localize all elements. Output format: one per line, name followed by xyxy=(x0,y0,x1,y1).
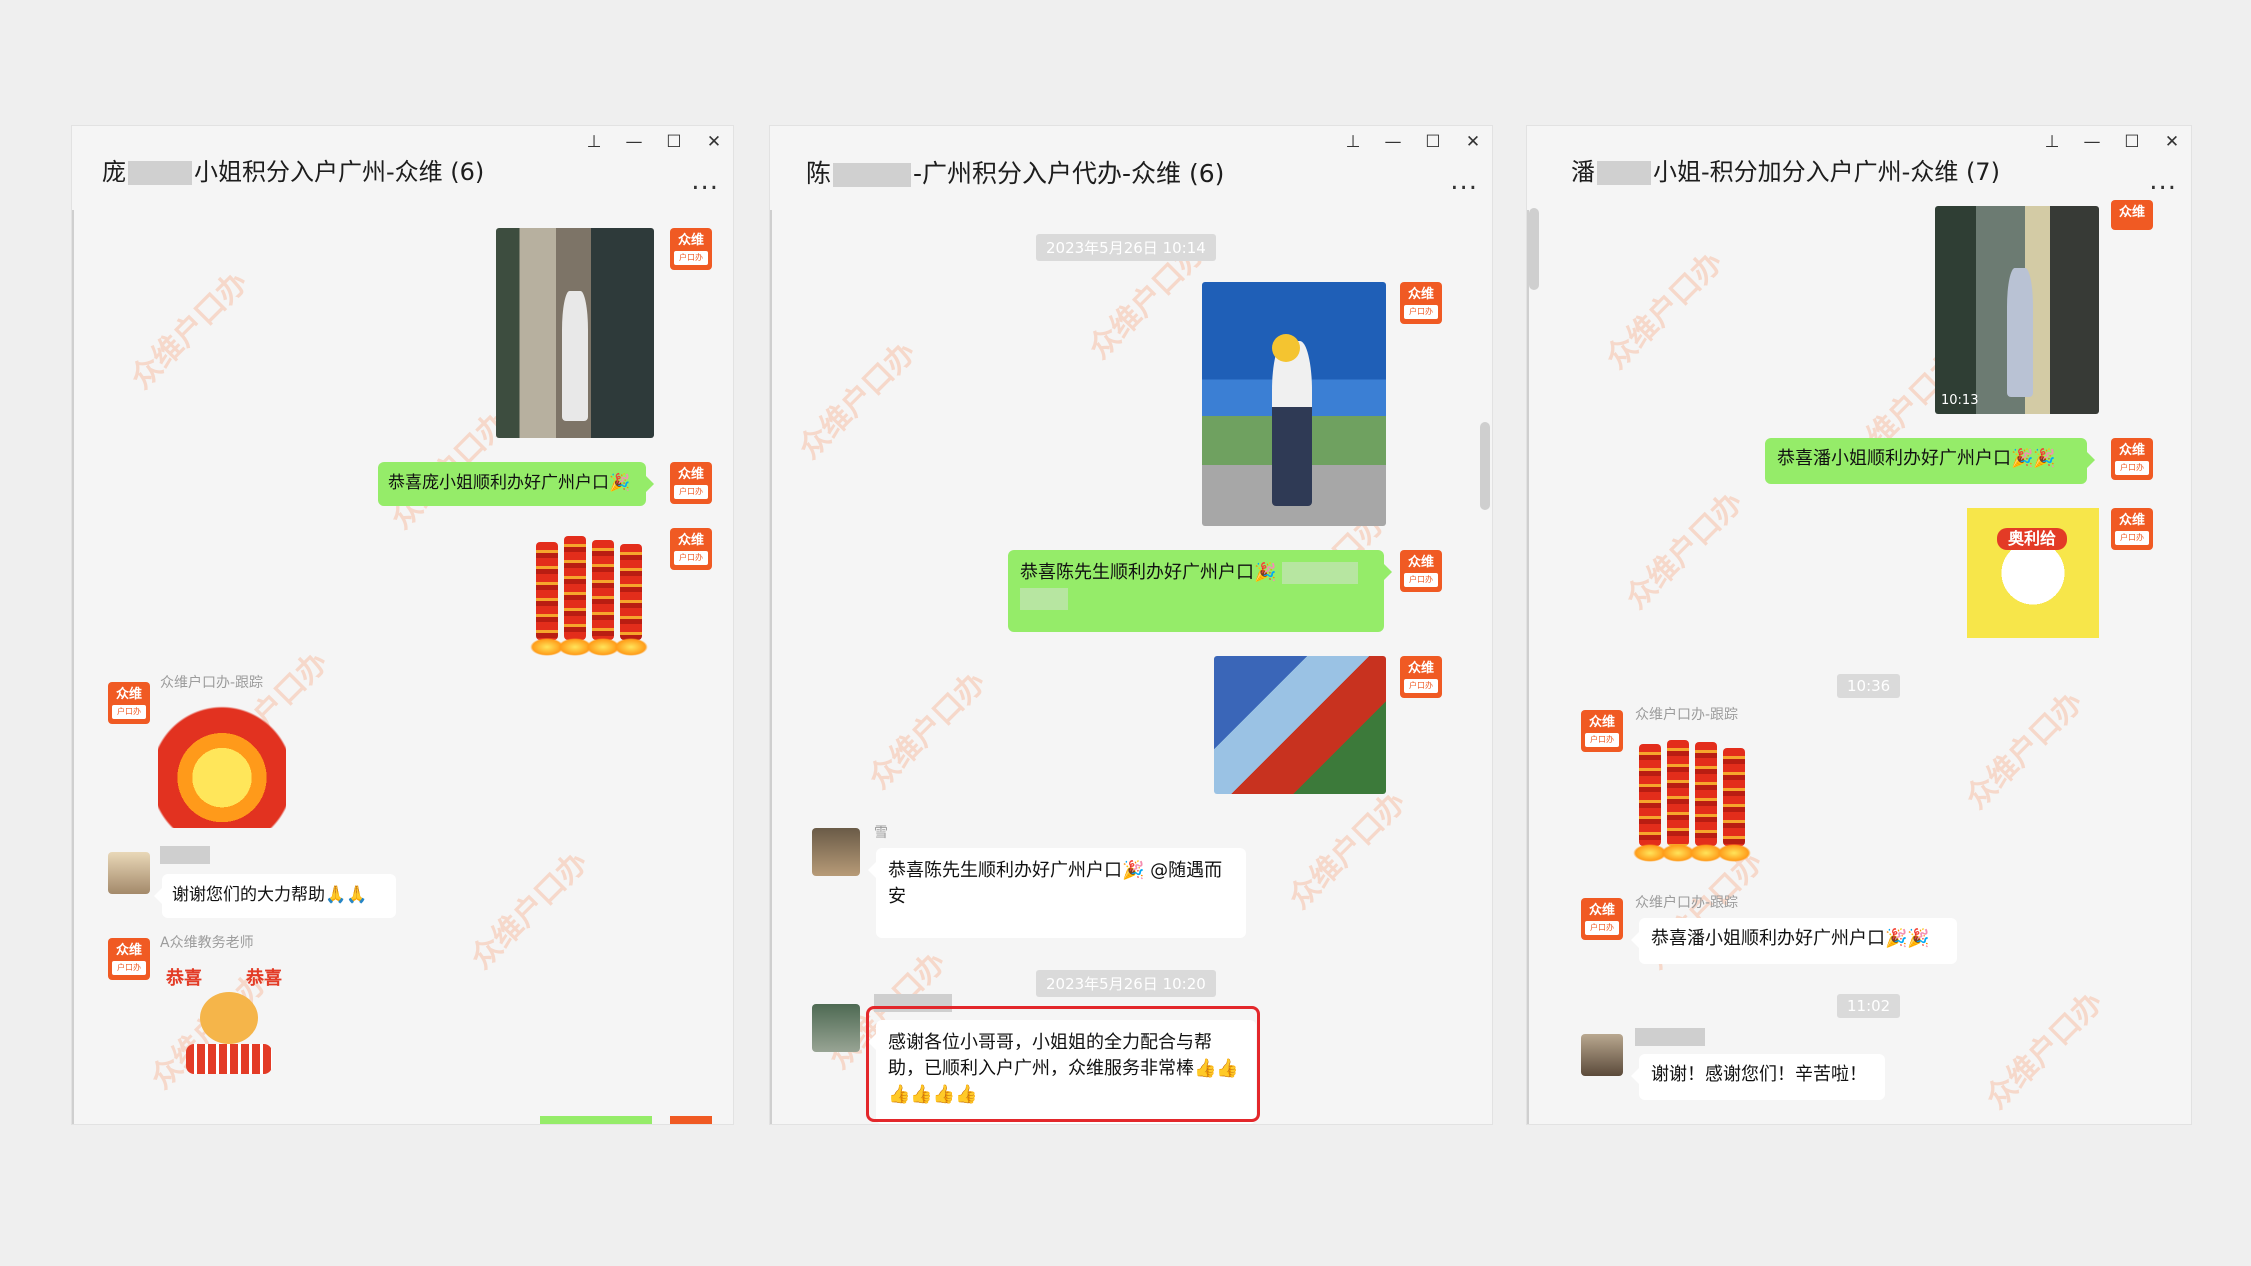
timestamp: 10:36 xyxy=(1837,674,1901,698)
sender-name: 众维户口办-跟踪 xyxy=(1635,707,1739,723)
firecracker-sticker[interactable] xyxy=(158,702,286,828)
watermark: 众维户口办 xyxy=(464,845,595,976)
maximize-button[interactable]: ☐ xyxy=(665,132,683,152)
avatar[interactable]: 众维 户口办 xyxy=(670,462,712,504)
avatar[interactable]: 众维 户口办 xyxy=(1400,656,1442,698)
message-bubble[interactable]: 恭喜陈先生顺利办好广州户口🎉 xyxy=(1008,550,1392,632)
watermark: 众维户口办 xyxy=(124,265,255,396)
divider xyxy=(1527,210,1529,1124)
close-button[interactable]: ✕ xyxy=(2163,132,2181,152)
sender-name: 雪 xyxy=(874,825,888,841)
firecracker-sticker[interactable] xyxy=(530,536,648,656)
avatar[interactable]: 众维 户口办 xyxy=(1400,550,1442,592)
avatar[interactable] xyxy=(1581,1034,1623,1076)
message-photo[interactable] xyxy=(496,228,654,438)
more-options-button[interactable]: ... xyxy=(691,166,719,196)
chat-window-3: 众维户口办 众维户口办 众维户口办 众维户口办 众维户口办 众维户口办 潘小姐-… xyxy=(1527,126,2191,1124)
pin-icon[interactable]: ⊥ xyxy=(585,132,603,152)
redacted-name xyxy=(833,163,912,187)
message-bubble[interactable]: 谢谢！感谢您们！辛苦啦！ xyxy=(1631,1054,1885,1100)
redacted-mention xyxy=(1282,562,1359,584)
divider xyxy=(72,210,74,1124)
message-photo[interactable]: 10:13 xyxy=(1935,206,2099,414)
watermark: 众维户口办 xyxy=(862,665,993,796)
pin-icon[interactable]: ⊥ xyxy=(1344,132,1362,152)
avatar[interactable] xyxy=(108,852,150,894)
watermark: 众维户口办 xyxy=(1619,485,1750,616)
watermark: 众维户口办 xyxy=(1979,985,2110,1116)
chat-window-2: 众维户口办 众维户口办 众维户口办 众维户口办 众维户口办 众维户口办 陈-广州… xyxy=(770,126,1492,1124)
avatar[interactable]: 众维 xyxy=(2111,200,2153,230)
message-bubble[interactable]: 恭喜陈先生顺利办好广州户口🎉 @随遇而安 xyxy=(868,848,1246,938)
avatar xyxy=(670,1116,712,1124)
watermark: 众维户口办 xyxy=(792,335,923,466)
avatar[interactable]: 众维 户口办 xyxy=(2111,508,2153,550)
redacted-mention xyxy=(1020,588,1068,610)
firecracker-sticker[interactable] xyxy=(1633,740,1751,862)
avatar[interactable]: 众维 户口办 xyxy=(670,228,712,270)
message-bubble[interactable]: 恭喜庞小姐顺利办好广州户口🎉 xyxy=(378,462,654,506)
message-photo[interactable] xyxy=(1214,656,1386,794)
avatar[interactable]: 众维 户口办 xyxy=(108,938,150,980)
avatar[interactable] xyxy=(812,828,860,876)
timestamp: 11:02 xyxy=(1837,994,1901,1018)
redacted-name xyxy=(160,846,210,864)
close-button[interactable]: ✕ xyxy=(705,132,723,152)
chat-window-1: 众维户口办 众维户口办 众维户口办 众维户口办 众维户口办 庞小姐积分入户广州-… xyxy=(72,126,733,1124)
minimize-button[interactable]: — xyxy=(625,132,643,152)
timestamp: 2023年5月26日 10:20 xyxy=(1036,970,1216,997)
window-titlebar: 庞小姐积分入户广州-众维 (6) ⊥ — ☐ ✕ ... xyxy=(72,126,733,206)
more-options-button[interactable]: ... xyxy=(2149,166,2177,196)
avatar[interactable]: 众维 户口办 xyxy=(2111,438,2153,480)
watermark: 众维户口办 xyxy=(1599,245,1730,376)
maximize-button[interactable]: ☐ xyxy=(1424,132,1442,152)
sender-name: A众维教务老师 xyxy=(160,935,254,951)
chat-title: 潘小姐-积分加分入户广州-众维 (7) xyxy=(1571,158,2000,186)
chat-title: 庞小姐积分入户广州-众维 (6) xyxy=(102,158,485,186)
message-photo[interactable] xyxy=(1202,282,1386,526)
minimize-button[interactable]: — xyxy=(2083,132,2101,152)
message-bubble[interactable]: 恭喜潘小姐顺利办好广州户口🎉🎉 xyxy=(1631,918,1957,964)
scrollbar[interactable] xyxy=(1529,208,1539,290)
more-options-button[interactable]: ... xyxy=(1450,166,1478,196)
avatar[interactable]: 众维 户口办 xyxy=(1581,710,1623,752)
message-bubble[interactable]: 谢谢您们的大力帮助🙏🙏 xyxy=(154,874,396,918)
window-titlebar: 陈 -广州积分入户代办-众维 (6) ⊥ — ☐ ✕ ... xyxy=(770,126,1492,206)
redacted-name xyxy=(1597,161,1651,185)
redacted-name xyxy=(128,161,192,185)
scrollbar[interactable] xyxy=(1480,422,1490,510)
timestamp: 2023年5月26日 10:14 xyxy=(1036,234,1216,261)
avatar[interactable]: 众维 户口办 xyxy=(1400,282,1442,324)
avatar[interactable]: 众维 户口办 xyxy=(670,528,712,570)
highlight-box xyxy=(866,1006,1260,1122)
aoligei-sticker[interactable]: 奥利给 xyxy=(1967,508,2099,638)
window-titlebar: 潘小姐-积分加分入户广州-众维 (7) ⊥ — ☐ ✕ ... xyxy=(1527,126,2191,206)
redacted-name xyxy=(1635,1028,1705,1046)
close-button[interactable]: ✕ xyxy=(1464,132,1482,152)
maximize-button[interactable]: ☐ xyxy=(2123,132,2141,152)
sender-name: 众维户口办-跟踪 xyxy=(1635,895,1739,911)
minimize-button[interactable]: — xyxy=(1384,132,1402,152)
sender-name: 众维户口办-跟踪 xyxy=(160,675,264,691)
avatar[interactable]: 众维 户口办 xyxy=(1581,898,1623,940)
pin-icon[interactable]: ⊥ xyxy=(2043,132,2061,152)
avatar[interactable]: 众维 户口办 xyxy=(108,682,150,724)
watermark: 众维户口办 xyxy=(1282,785,1413,916)
congrats-sticker[interactable]: 恭喜 恭喜 xyxy=(166,958,290,1080)
chat-title: 陈 -广州积分入户代办-众维 (6) xyxy=(806,159,1225,188)
watermark: 众维户口办 xyxy=(1959,685,2090,816)
avatar[interactable] xyxy=(812,1004,860,1052)
message-bubble[interactable]: 恭喜潘小姐顺利办好广州户口🎉🎉 xyxy=(1765,438,2095,484)
message-bubble xyxy=(540,1116,652,1124)
divider xyxy=(770,210,772,1124)
